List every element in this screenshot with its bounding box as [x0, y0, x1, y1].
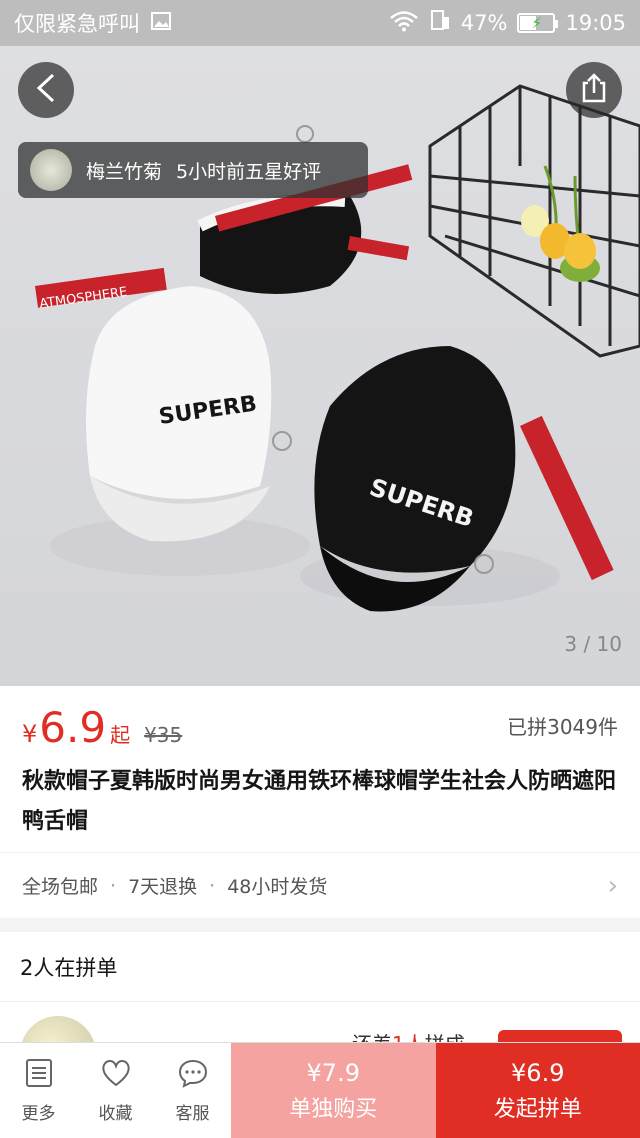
customer-service-button[interactable]: 客服 [154, 1043, 231, 1138]
list-icon [25, 1058, 53, 1093]
recent-review-banner: 梅兰竹菊 5小时前五星好评 [18, 142, 368, 198]
battery-percent: 47% [460, 11, 508, 35]
share-button[interactable] [566, 62, 622, 118]
separator-dot: · [110, 874, 117, 897]
service-guarantees[interactable]: 全场包邮 · 7天退换 · 48小时发货 › [0, 852, 640, 918]
white-hat: ATMOSPHERE SUPERB [34, 267, 292, 542]
bottom-action-bar: 更多 收藏 客服 ¥7.9 单独购买 ¥6.9 发起拼单 [0, 1042, 640, 1138]
battery-icon: ⚡ [517, 13, 559, 33]
status-bar: 仅限紧急呼叫 47% ⚡ 19:05 [0, 0, 640, 46]
group-price: 6.9 [39, 703, 107, 752]
favorite-button[interactable]: 收藏 [77, 1043, 154, 1138]
reviewer-avatar [30, 149, 72, 191]
favorite-label: 收藏 [98, 1103, 133, 1124]
review-time-text: 5小时前五星好评 [176, 160, 322, 183]
original-price: ¥35 [144, 723, 183, 747]
share-icon [580, 73, 608, 107]
sim-card-icon [429, 9, 451, 38]
status-left: 仅限紧急呼叫 [14, 8, 172, 38]
service-7day-return: 7天退换 [128, 876, 198, 898]
start-group-button[interactable]: ¥6.9 发起拼单 [435, 1043, 640, 1138]
alone-price: ¥7.9 [306, 1058, 360, 1087]
chat-icon [177, 1058, 209, 1093]
group-buy-header: 2人在拼单 [0, 932, 640, 1002]
service-48h-ship: 48小时发货 [227, 876, 328, 898]
image-counter: 3 / 10 [564, 632, 622, 656]
chevron-left-icon [35, 73, 57, 107]
price-row: ¥ 6.9 起 ¥35 已拼3049件 [22, 686, 618, 762]
product-info: ¥ 6.9 起 ¥35 已拼3049件 秋款帽子夏韩版时尚男女通用铁环棒球帽学生… [0, 686, 640, 842]
emergency-call-text: 仅限紧急呼叫 [14, 12, 140, 36]
chevron-right-icon: › [607, 870, 618, 901]
price-group: ¥ 6.9 起 ¥35 [22, 703, 182, 752]
currency-symbol: ¥ [22, 720, 38, 748]
sold-count: 已拼3049件 [507, 715, 618, 739]
buy-alone-button[interactable]: ¥7.9 单独购买 [231, 1043, 436, 1138]
wifi-icon [389, 10, 419, 37]
product-detail-screen: 仅限紧急呼叫 47% ⚡ 19:05 ATMOSPHERE SUPERB SUP… [0, 0, 640, 1138]
product-image-carousel[interactable]: ATMOSPHERE SUPERB SUPERB 梅兰竹菊 5小时前五星好评 3… [0, 46, 640, 686]
status-right: 47% ⚡ 19:05 [389, 9, 626, 38]
heart-icon [100, 1058, 132, 1093]
more-label: 更多 [21, 1103, 56, 1124]
separator-dot: · [209, 874, 216, 897]
back-button[interactable] [18, 62, 74, 118]
more-button[interactable]: 更多 [0, 1043, 77, 1138]
group-buy-label: 发起拼单 [493, 1096, 582, 1122]
black-hat: SUPERB [314, 346, 614, 612]
alone-label: 单独购买 [289, 1096, 378, 1122]
image-icon [150, 10, 172, 37]
section-divider [0, 918, 640, 932]
price-suffix: 起 [110, 723, 131, 747]
service-label: 客服 [175, 1103, 210, 1124]
clock-time: 19:05 [565, 11, 626, 35]
reviewer-name: 梅兰竹菊 [86, 160, 163, 183]
group-buy-price: ¥6.9 [511, 1058, 565, 1087]
product-title: 秋款帽子夏韩版时尚男女通用铁环棒球帽学生社会人防晒遮阳鸭舌帽 [22, 769, 617, 834]
service-free-shipping: 全场包邮 [22, 876, 99, 898]
